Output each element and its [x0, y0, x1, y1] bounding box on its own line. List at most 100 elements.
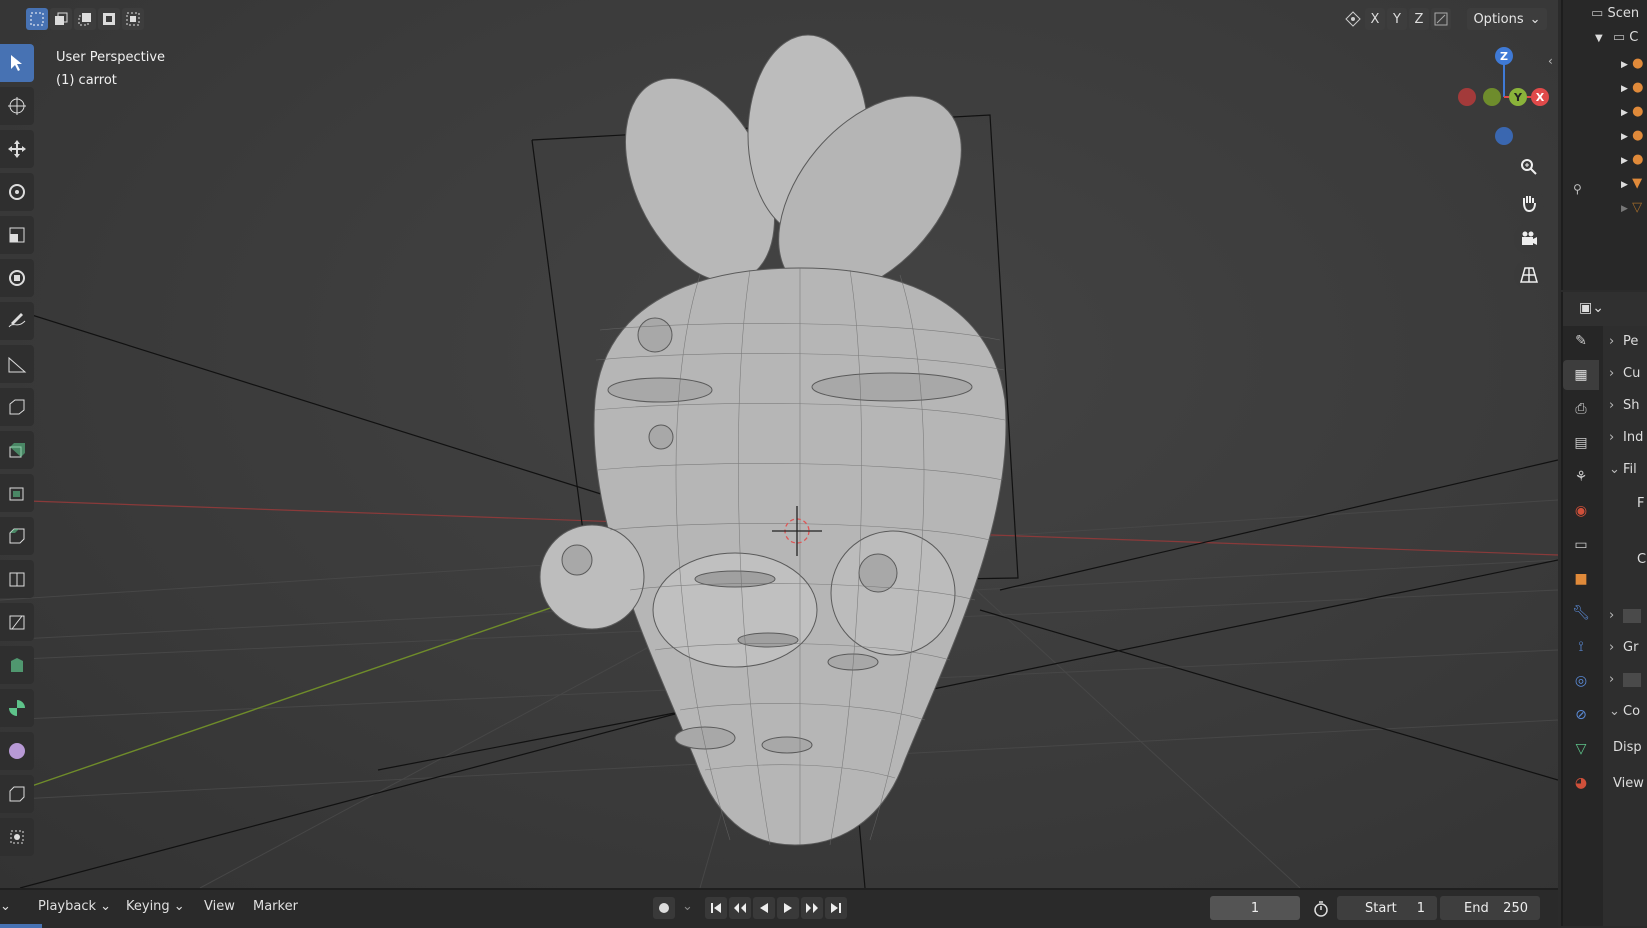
object-tab-icon[interactable]: ■	[1563, 564, 1599, 594]
particles-tab-icon[interactable]: ⟟	[1563, 632, 1599, 662]
playback-menu[interactable]: Playback ⌄	[38, 899, 111, 914]
select-box-tool-icon[interactable]	[0, 44, 34, 82]
move-tool-icon[interactable]	[0, 130, 34, 168]
view-layer-tab-icon[interactable]: ▤	[1563, 428, 1599, 458]
mirror-axis-buttons[interactable]: X Y Z	[1343, 8, 1451, 30]
data-tab-icon[interactable]: ▽	[1563, 734, 1599, 764]
select-subtract-icon[interactable]	[74, 8, 96, 30]
camera-view-icon[interactable]	[1514, 224, 1544, 254]
panel-header-expanded[interactable]: ⌄ Fil	[1603, 462, 1647, 488]
world-tab-icon[interactable]: ◉	[1563, 496, 1599, 526]
prev-keyframe-icon[interactable]	[729, 897, 751, 919]
axis-x-button[interactable]: X	[1365, 8, 1385, 30]
keying-menu[interactable]: Keying ⌄	[126, 899, 185, 914]
end-frame-field[interactable]: End 250	[1440, 896, 1540, 920]
add-cube-tool-icon[interactable]	[0, 388, 34, 426]
record-button[interactable]	[653, 897, 675, 919]
pan-hand-icon[interactable]	[1514, 188, 1544, 218]
outliner-item[interactable]: ▶ ●	[1563, 128, 1647, 152]
snap-icon[interactable]	[1343, 8, 1363, 30]
panel-header[interactable]: › Sh	[1603, 398, 1647, 424]
select-new-icon[interactable]	[26, 8, 48, 30]
measure-tool-icon[interactable]	[0, 345, 34, 383]
shear-tool-icon[interactable]	[0, 818, 34, 856]
timeline-header[interactable]: ⌄ Playback ⌄ Keying ⌄ View Marker ⌄ 1 St…	[0, 888, 1558, 928]
collection-tab-icon[interactable]: ▭	[1563, 530, 1599, 560]
zoom-icon[interactable]	[1514, 152, 1544, 182]
extrude-tool-icon[interactable]	[0, 431, 34, 469]
outliner-item[interactable]: ▶ ●	[1563, 104, 1647, 128]
jump-start-icon[interactable]	[705, 897, 727, 919]
poly-build-tool-icon[interactable]	[0, 646, 34, 684]
select-invert-icon[interactable]	[98, 8, 120, 30]
scale-tool-icon[interactable]	[0, 216, 34, 254]
editor-type-icon[interactable]: ▣⌄	[1579, 300, 1604, 316]
record-options-icon[interactable]: ⌄	[682, 899, 693, 914]
axis-z-button[interactable]: Z	[1409, 8, 1429, 30]
select-extend-icon[interactable]	[50, 8, 72, 30]
start-value: 1	[1416, 900, 1425, 916]
play-reverse-icon[interactable]	[753, 897, 775, 919]
3d-viewport[interactable]: User Perspective (1) carrot X Y Z Option…	[0, 0, 1558, 888]
outliner-item[interactable]: ▶ ●	[1563, 152, 1647, 176]
axis-y-button[interactable]: Y	[1387, 8, 1407, 30]
inset-tool-icon[interactable]	[0, 474, 34, 512]
constraints-tab-icon[interactable]: ⊘	[1563, 700, 1599, 730]
tool-tab-icon[interactable]: ✎	[1563, 326, 1599, 356]
material-tab-icon[interactable]: ◕	[1563, 768, 1599, 798]
neg-z-axis-icon	[1495, 127, 1513, 145]
rotate-tool-icon[interactable]	[0, 173, 34, 211]
view-menu[interactable]: View	[204, 899, 235, 914]
cursor-tool-icon[interactable]	[0, 87, 34, 125]
play-icon[interactable]	[777, 897, 799, 919]
panel-header[interactable]: › Gr	[1603, 640, 1647, 666]
select-mode-toolbar[interactable]	[26, 8, 144, 30]
outliner-item[interactable]: ▶ ▽	[1563, 200, 1647, 224]
physics-tab-icon[interactable]: ◎	[1563, 666, 1599, 696]
panel-header[interactable]: › Cu	[1603, 366, 1647, 392]
outliner-item[interactable]: ▶ ●	[1563, 56, 1647, 80]
outliner-panel[interactable]: ▭ Scen ▼ ▭ C ▶ ● ▶ ● ▶ ● ▶ ● ▶ ● ▶ ▼ ▶ ▽…	[1561, 0, 1647, 290]
panel-header-expanded[interactable]: ⌄ Co	[1603, 704, 1647, 730]
outliner-collection-row[interactable]: ▼ ▭ C	[1563, 30, 1647, 54]
spin-tool-icon[interactable]	[0, 689, 34, 727]
smooth-tool-icon[interactable]	[0, 732, 34, 770]
outliner-item[interactable]: ▶ ●	[1563, 80, 1647, 104]
tool-shelf[interactable]	[0, 44, 36, 861]
loop-cut-tool-icon[interactable]	[0, 560, 34, 598]
outliner-scene-row[interactable]: ▭ Scen	[1563, 6, 1647, 30]
current-frame-field[interactable]: 1	[1210, 896, 1300, 920]
properties-header[interactable]: ▣⌄	[1561, 292, 1647, 326]
navigation-gizmo[interactable]: Z Y X	[1440, 44, 1550, 149]
render-tab-icon[interactable]: ▦	[1563, 360, 1599, 390]
transform-affect-icon[interactable]	[1431, 8, 1451, 30]
editor-type-icon[interactable]: ⌄	[0, 899, 11, 914]
transform-tool-icon[interactable]	[0, 259, 34, 297]
x-axis-label: X	[1536, 91, 1545, 104]
annotate-tool-icon[interactable]	[0, 302, 34, 340]
modifier-tab-icon[interactable]: 🔧︎	[1563, 598, 1599, 628]
filter-icon[interactable]: ⚲	[1573, 182, 1582, 196]
properties-panel[interactable]: › Pe › Cu › Sh › Ind ⌄ Fil F C › › Gr › ⌄ Co Di…	[1603, 326, 1647, 926]
marker-menu[interactable]: Marker	[253, 899, 298, 914]
bevel-tool-icon[interactable]	[0, 517, 34, 555]
jump-end-icon[interactable]	[825, 897, 847, 919]
panel-header[interactable]: ›	[1603, 672, 1647, 698]
next-keyframe-icon[interactable]	[801, 897, 823, 919]
output-tab-icon[interactable]: ⎙	[1563, 394, 1599, 424]
knife-tool-icon[interactable]	[0, 603, 34, 641]
edge-slide-tool-icon[interactable]	[0, 775, 34, 813]
panel-header[interactable]: › Ind	[1603, 430, 1647, 456]
start-frame-field[interactable]: Start 1	[1337, 896, 1437, 920]
options-dropdown[interactable]: Options ⌄	[1467, 8, 1547, 30]
stopwatch-icon[interactable]	[1310, 898, 1332, 920]
scene-tab-icon[interactable]: ⚘	[1563, 462, 1599, 492]
properties-tabs[interactable]: ✎ ▦ ⎙ ▤ ⚘ ◉ ▭ ■ 🔧︎ ⟟ ◎ ⊘ ▽ ◕	[1561, 326, 1603, 926]
sidebar-toggle-icon[interactable]: ‹	[1548, 54, 1553, 68]
playback-controls[interactable]	[705, 897, 847, 919]
panel-field-label: C	[1637, 552, 1647, 567]
select-intersect-icon[interactable]	[122, 8, 144, 30]
panel-header[interactable]: ›	[1603, 608, 1647, 634]
perspective-toggle-icon[interactable]	[1514, 260, 1544, 290]
panel-header[interactable]: › Pe	[1603, 334, 1647, 360]
